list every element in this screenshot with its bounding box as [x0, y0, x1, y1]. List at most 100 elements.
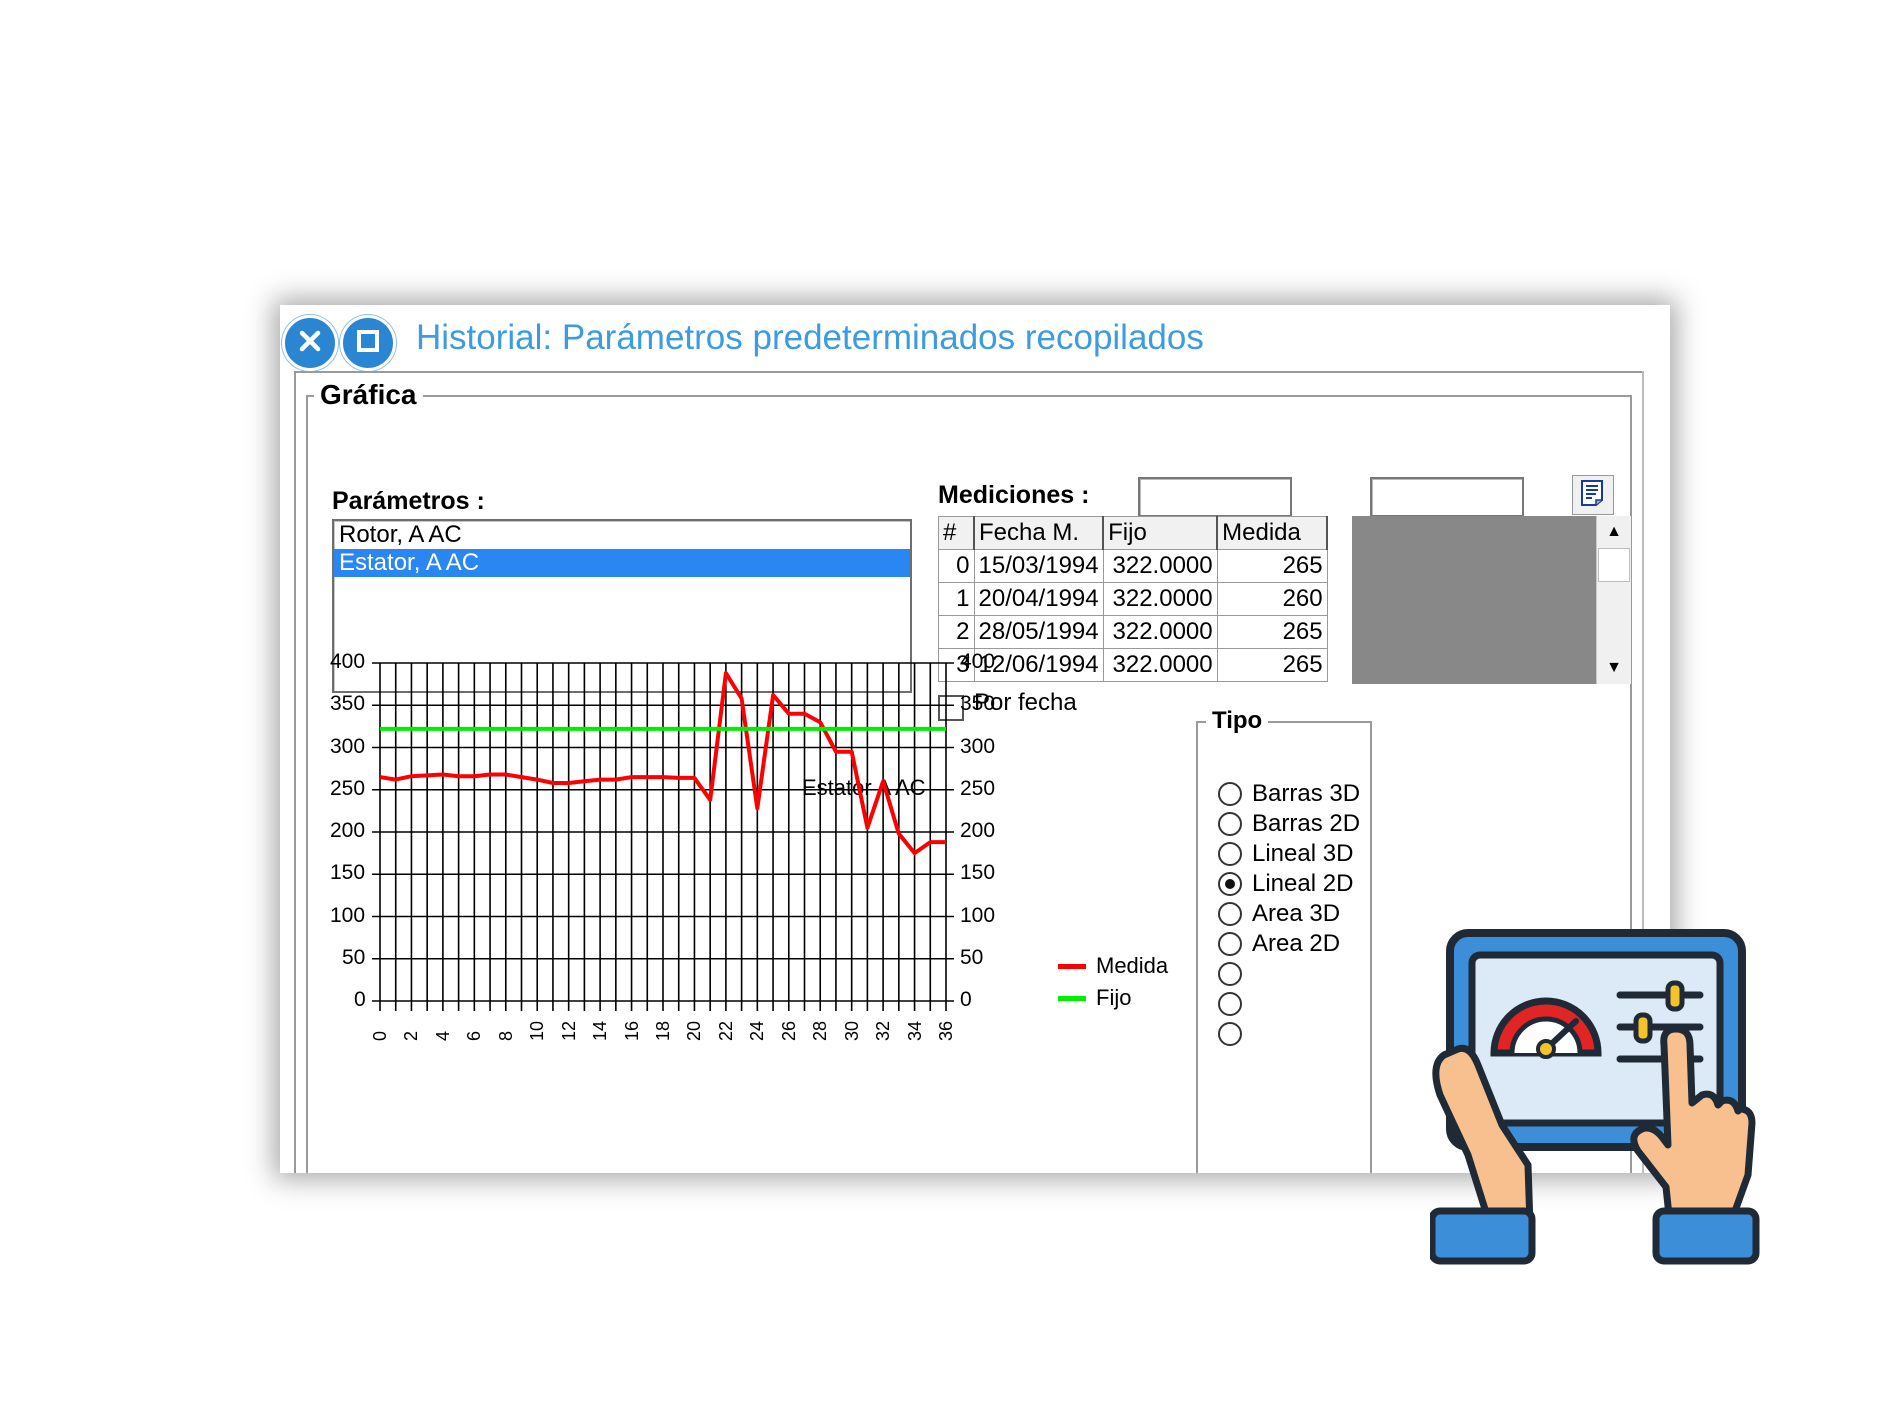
y-tick-label-right: 350 — [960, 692, 996, 716]
radio-circle[interactable] — [1218, 1022, 1242, 1046]
tablet-dashboard-hands-icon — [1430, 929, 1760, 1265]
y-tick-label-left: 50 — [342, 945, 366, 969]
x-tick-label: 32 — [873, 1020, 894, 1041]
x-tick-label: 34 — [904, 1020, 925, 1041]
y-tick-label-right: 200 — [960, 819, 996, 842]
legend-label-medida: Medida — [1096, 953, 1169, 978]
close-icon — [297, 328, 323, 359]
radio-label[interactable]: Lineal 3D — [1252, 840, 1353, 868]
arrow-up-icon: ▲ — [1606, 523, 1622, 540]
report-icon — [1578, 478, 1608, 513]
x-tick-label: 20 — [684, 1020, 705, 1041]
x-tick-label: 28 — [810, 1020, 831, 1041]
x-tick-label: 8 — [495, 1030, 516, 1041]
x-tick-label: 18 — [653, 1020, 673, 1041]
radio-hidden-2[interactable] — [1218, 989, 1252, 1019]
scroll-up-button[interactable]: ▲ — [1597, 516, 1631, 548]
radio-lineal-3d[interactable]: Lineal 3D — [1218, 839, 1353, 869]
y-tick-label-right: 100 — [960, 903, 996, 927]
y-tick-label-right: 150 — [960, 861, 996, 885]
y-tick-label-left: 350 — [330, 692, 366, 716]
radio-circle[interactable] — [1218, 932, 1242, 956]
x-tick-label: 12 — [558, 1020, 579, 1041]
y-tick-label-right: 0 — [960, 988, 972, 1011]
x-tick-label: 2 — [401, 1030, 422, 1041]
x-tick-label: 30 — [841, 1020, 862, 1041]
y-tick-label-left: 250 — [330, 776, 366, 800]
close-button[interactable] — [282, 315, 338, 371]
radio-circle[interactable] — [1218, 992, 1242, 1016]
cell-fijo: 322.0000 — [1102, 615, 1218, 649]
mediciones-grid[interactable]: # Fecha M. Fijo Medida 0 15/03/1994 322.… — [938, 516, 1631, 684]
y-tick-label-left: 200 — [330, 819, 366, 842]
radio-barras-2d[interactable]: Barras 2D — [1218, 809, 1360, 839]
grid-empty-area — [1352, 516, 1596, 684]
arrow-down-icon: ▼ — [1606, 659, 1622, 676]
radio-label[interactable]: Area 2D — [1252, 930, 1340, 958]
cell-medida: 265 — [1216, 549, 1328, 583]
col-header-medida[interactable]: Medida — [1216, 516, 1329, 550]
maximize-icon — [355, 328, 381, 359]
radio-label[interactable]: Barras 3D — [1252, 780, 1360, 808]
grid-vertical-scrollbar[interactable]: ▲ ▼ — [1596, 516, 1631, 684]
radio-hidden-3[interactable] — [1218, 1019, 1252, 1049]
radio-circle[interactable] — [1218, 782, 1242, 806]
x-tick-label: 26 — [778, 1020, 799, 1041]
radio-hidden-1[interactable] — [1218, 959, 1252, 989]
mediciones-field-1[interactable] — [1138, 477, 1292, 517]
cell-fijo: 322.0000 — [1102, 549, 1218, 583]
cell-fijo: 322.0000 — [1102, 648, 1218, 682]
radio-lineal-2d[interactable]: Lineal 2D — [1218, 869, 1353, 899]
x-tick-label: 14 — [590, 1020, 611, 1041]
legend-label-fijo: Fijo — [1096, 985, 1132, 1010]
y-tick-label-left: 400 — [330, 650, 366, 673]
mediciones-field-2[interactable] — [1370, 477, 1524, 517]
legend-item-medida: Medida — [1058, 953, 1168, 979]
cell-fijo: 322.0000 — [1102, 582, 1218, 616]
report-button[interactable] — [1572, 475, 1614, 515]
radio-circle[interactable] — [1218, 902, 1242, 926]
x-tick-label: 10 — [527, 1020, 548, 1041]
y-tick-label-left: 100 — [330, 903, 366, 927]
radio-circle[interactable] — [1218, 812, 1242, 836]
scroll-thumb[interactable] — [1598, 548, 1630, 582]
y-tick-label-right: 50 — [960, 945, 984, 969]
radio-circle[interactable] — [1218, 962, 1242, 986]
legend-item-fijo: Fijo — [1058, 985, 1131, 1011]
x-tick-label: 0 — [370, 1030, 390, 1041]
radio-circle[interactable] — [1218, 842, 1242, 866]
tipo-groupbox: Barras 3D Barras 2D Lineal 3D Lineal 2D … — [1196, 721, 1372, 1173]
legend-swatch-medida — [1058, 963, 1086, 969]
radio-label[interactable]: Lineal 2D — [1252, 870, 1353, 898]
radio-label[interactable]: Barras 2D — [1252, 810, 1360, 838]
radio-area-3d[interactable]: Area 3D — [1218, 899, 1340, 929]
radio-barras-3d[interactable]: Barras 3D — [1218, 779, 1360, 809]
col-header-fijo[interactable]: Fijo — [1102, 516, 1219, 550]
x-tick-label: 22 — [715, 1020, 736, 1041]
x-tick-label: 36 — [936, 1020, 956, 1041]
scroll-track[interactable] — [1597, 582, 1631, 652]
window-title: Historial: Parámetros predeterminados re… — [416, 318, 1204, 357]
cell-medida: 265 — [1216, 615, 1328, 649]
y-tick-label-right: 400 — [960, 650, 996, 673]
radio-label[interactable]: Area 3D — [1252, 900, 1340, 928]
x-tick-label: 16 — [621, 1020, 642, 1041]
scroll-down-button[interactable]: ▼ — [1597, 652, 1631, 684]
chart-svg — [372, 662, 954, 1011]
y-tick-label-right: 250 — [960, 776, 996, 800]
x-tick-label: 24 — [747, 1020, 768, 1041]
title-bar: Historial: Parámetros predeterminados re… — [280, 305, 1670, 371]
y-tick-label-right: 300 — [960, 734, 996, 758]
cell-medida: 265 — [1216, 648, 1328, 682]
y-tick-label-left: 0 — [354, 988, 366, 1011]
radio-circle-selected[interactable] — [1218, 872, 1242, 896]
x-tick-label: 6 — [464, 1030, 485, 1041]
legend-swatch-fijo — [1058, 995, 1086, 1001]
maximize-button[interactable] — [340, 315, 396, 371]
tipo-legend: Tipo — [1206, 707, 1269, 735]
cell-medida: 260 — [1216, 582, 1328, 616]
radio-area-2d[interactable]: Area 2D — [1218, 929, 1340, 959]
x-tick-label: 4 — [432, 1030, 453, 1041]
y-tick-label-left: 150 — [330, 861, 366, 885]
y-tick-label-left: 300 — [330, 734, 366, 758]
